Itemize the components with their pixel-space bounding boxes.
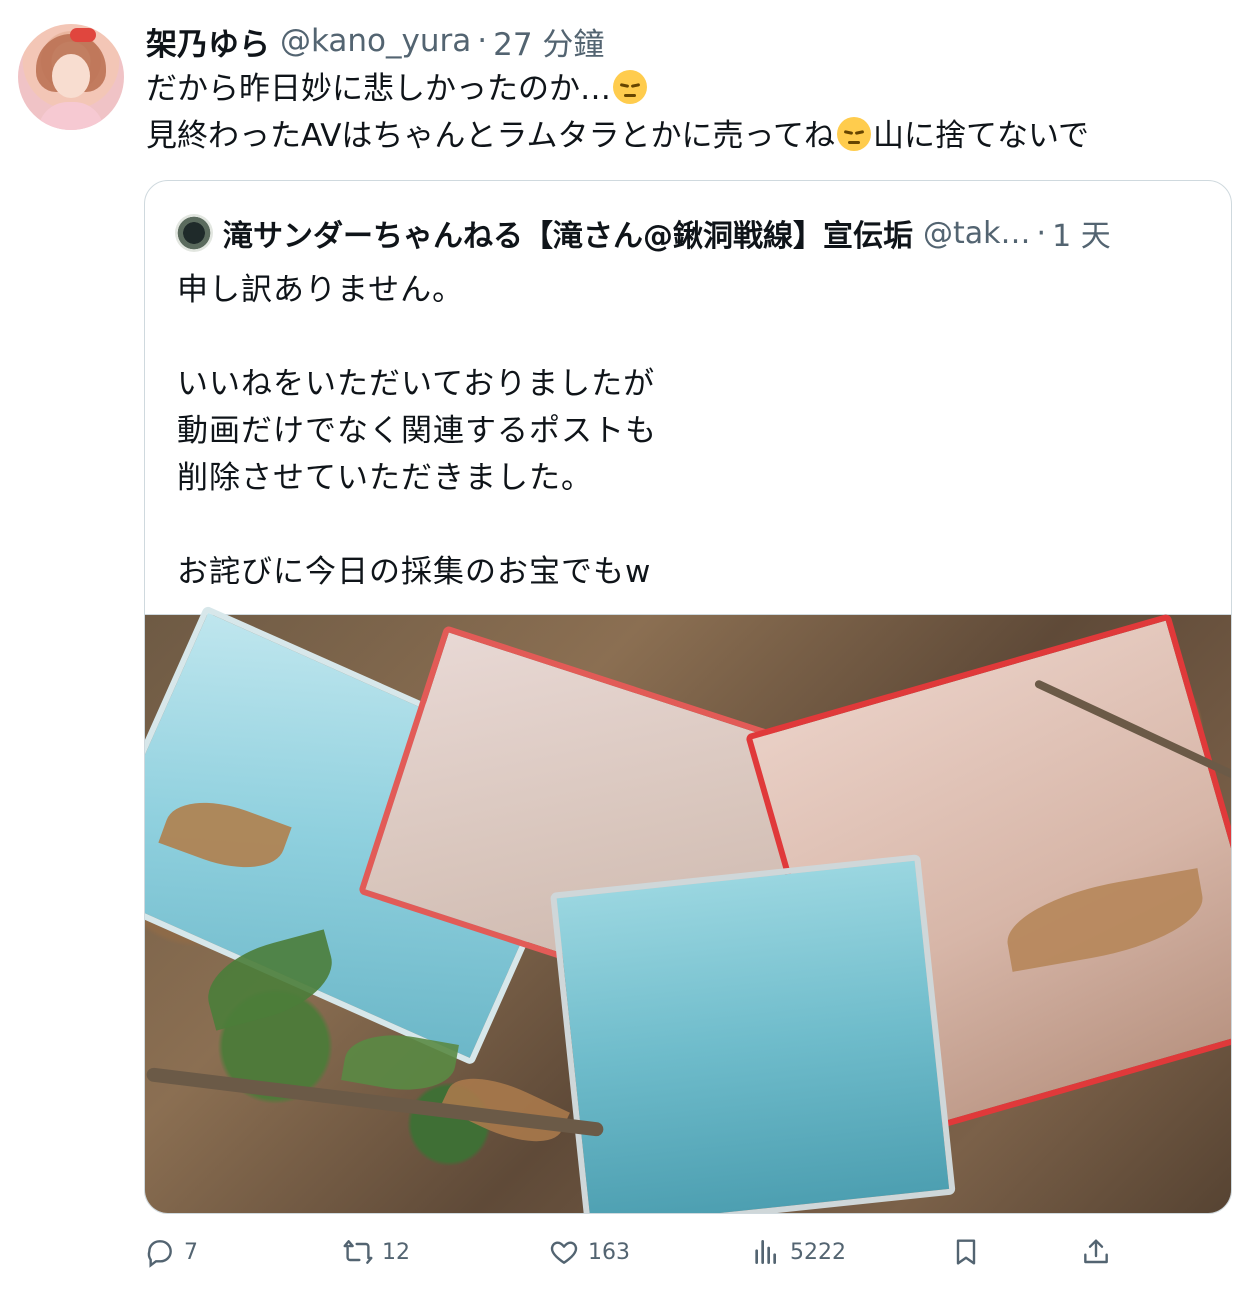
avatar-dress <box>38 102 104 130</box>
avatar[interactable] <box>18 24 124 130</box>
retweet-icon <box>343 1240 373 1264</box>
views-button[interactable]: 5222 <box>750 1228 846 1276</box>
quote-header: 滝サンダーちゃんねる【滝さん@鍬洞戦線】宣伝垢 @tak… · 1 天 <box>175 211 1111 255</box>
share-icon <box>1084 1239 1108 1264</box>
reply-icon <box>147 1240 172 1268</box>
avatar-bow <box>70 28 96 42</box>
timestamp[interactable]: 27 分鐘 <box>493 19 604 64</box>
views-count: 5222 <box>790 1239 846 1265</box>
tweet-header: 架乃ゆら @kano_yura · 27 分鐘 <box>146 18 604 64</box>
quote-user-handle[interactable]: @tak… <box>923 216 1031 251</box>
share-button[interactable] <box>1080 1228 1120 1276</box>
quote-display-name[interactable]: 滝サンダーちゃんねる【滝さん@鍬洞戦線】宣伝垢 <box>223 211 913 255</box>
tweet-text: だから昨日妙に悲しかったのか… 見終わったAVはちゃんとラムタラとかに売ってね 山… <box>146 66 1216 160</box>
quote-timestamp[interactable]: 1 天 <box>1052 211 1111 255</box>
heart-icon <box>550 1241 578 1264</box>
quote-separator-dot: · <box>1036 215 1047 251</box>
bar-chart-icon <box>755 1240 776 1264</box>
dvd-case-image <box>550 854 956 1213</box>
quote-photo[interactable] <box>145 605 1231 1213</box>
like-count: 163 <box>588 1239 630 1265</box>
bookmark-button[interactable] <box>950 1228 990 1276</box>
reply-button[interactable]: 7 <box>144 1228 198 1276</box>
avatar-face <box>52 54 90 98</box>
quote-avatar[interactable] <box>175 214 213 252</box>
pensive-face-icon <box>836 117 871 151</box>
tweet: 架乃ゆら @kano_yura · 27 分鐘 だから昨日妙に悲しかったのか… … <box>0 0 1238 1299</box>
separator-dot: · <box>477 23 488 59</box>
pensive-face-icon <box>613 70 647 104</box>
display-name[interactable]: 架乃ゆら <box>146 19 270 64</box>
action-bar: 7 12 163 5222 <box>144 1228 1134 1276</box>
retweet-count: 12 <box>382 1239 410 1265</box>
tweet-line-2a: 見終わったAVはちゃんとラムタラとかに売ってね <box>146 118 835 154</box>
tweet-line-1: だから昨日妙に悲しかったのか… <box>146 71 611 107</box>
quoted-tweet[interactable]: 滝サンダーちゃんねる【滝さん@鍬洞戦線】宣伝垢 @tak… · 1 天 申し訳あ… <box>144 180 1232 1214</box>
like-button[interactable]: 163 <box>548 1228 630 1276</box>
tweet-line-2b: 山に捨てないで <box>872 118 1090 154</box>
bookmark-icon <box>956 1239 976 1265</box>
user-handle[interactable]: @kano_yura <box>280 23 471 59</box>
quote-text: 申し訳ありません。 いいねをいただいておりましたが 動画だけでなく関連するポスト… <box>177 272 657 590</box>
retweet-button[interactable]: 12 <box>342 1228 410 1276</box>
reply-count: 7 <box>184 1239 198 1265</box>
